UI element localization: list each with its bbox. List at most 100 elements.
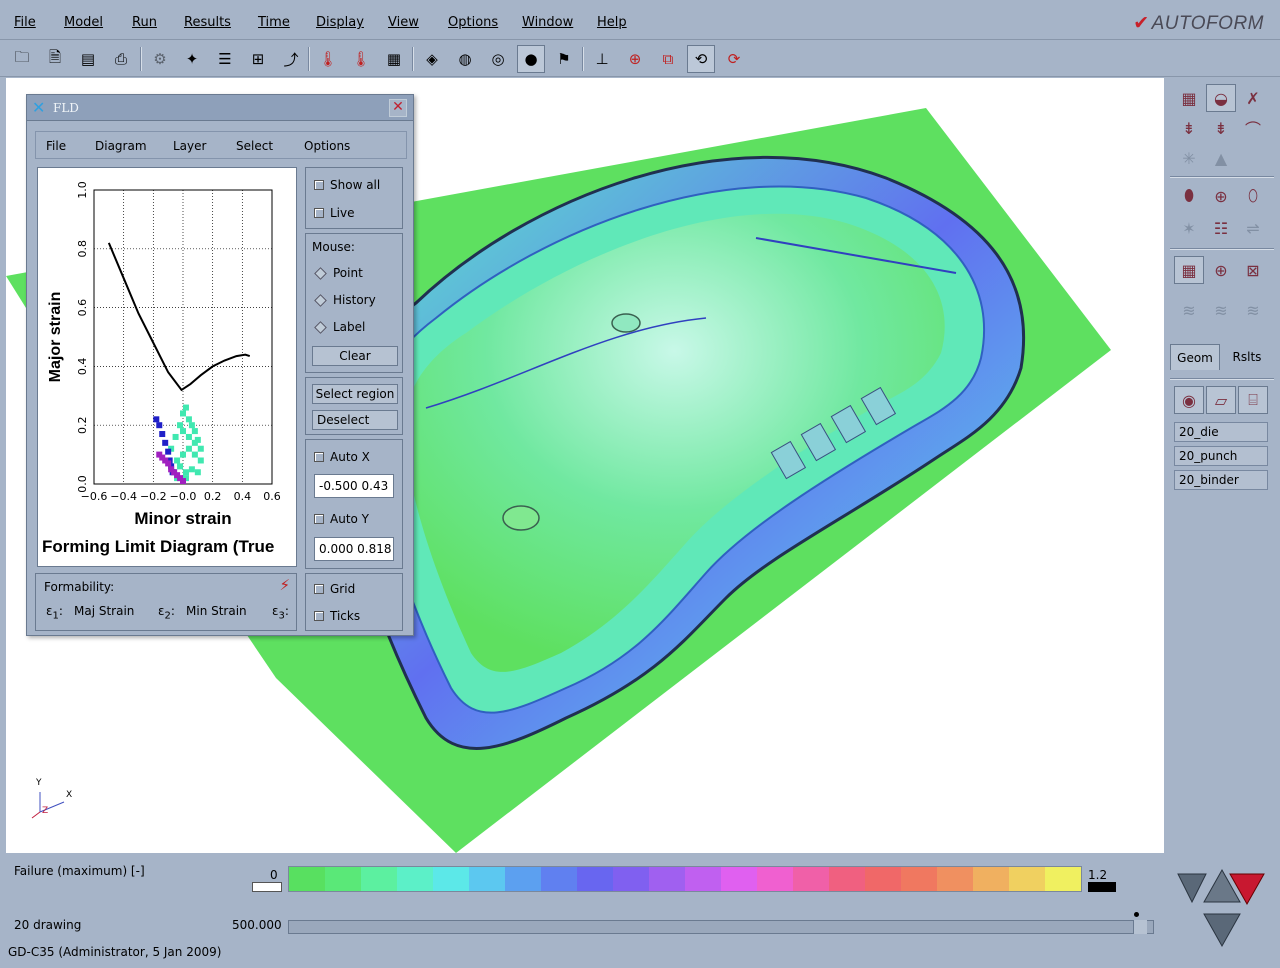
menu-help[interactable]: Help — [597, 15, 627, 30]
brand-name: AUTOFORM — [1151, 13, 1264, 34]
autoform-logo: ✔ AUTOFORM — [1133, 12, 1264, 35]
time-slider[interactable] — [288, 912, 1154, 934]
embossed-circle — [502, 505, 540, 531]
result-label: Failure (maximum) [-] — [14, 864, 145, 878]
close-icon[interactable]: ✕ — [389, 99, 407, 117]
stress-icon[interactable]: ▦ — [380, 45, 408, 73]
binder-icon[interactable]: ☷ — [1206, 214, 1236, 242]
fld-dialog: ✕ FLD ✕ File Diagram Layer Select Option… — [26, 94, 414, 636]
tilt-icon[interactable]: ⟳ — [720, 45, 748, 73]
auto-x-checkbox[interactable]: Auto X — [314, 450, 370, 464]
ellipse-cross-icon[interactable]: ⊕ — [1206, 182, 1236, 210]
globe-wire-icon[interactable]: ◎ — [484, 45, 512, 73]
history-radio[interactable]: History — [314, 293, 376, 307]
time-slider-handle[interactable] — [1133, 920, 1147, 934]
tool-disabled-1-icon: ✳ — [1182, 148, 1196, 168]
tab-geom[interactable]: Geom — [1170, 344, 1220, 370]
mesh-view-icon[interactable]: ▦ — [1174, 84, 1204, 112]
mesh-cross-icon[interactable]: ⊠ — [1238, 256, 1268, 284]
show-all-checkbox[interactable]: Show all — [314, 178, 380, 192]
axis-icon[interactable]: ⊥ — [588, 45, 616, 73]
x-range-input[interactable]: -0.500 0.43 — [314, 474, 394, 498]
fld-menu-select[interactable]: Select — [236, 139, 273, 153]
auto-y-checkbox[interactable]: Auto Y — [314, 512, 369, 526]
menu-file[interactable]: File — [14, 15, 36, 30]
surface-icon[interactable]: ⌒ — [1238, 114, 1268, 142]
clear-button[interactable]: Clear — [312, 346, 398, 366]
open-file-icon[interactable]: 🗀 — [8, 45, 36, 73]
menu-display[interactable]: Display — [316, 15, 364, 30]
tool-red-icon[interactable]: ✦ — [178, 45, 206, 73]
color-swatch — [325, 867, 361, 891]
label-radio[interactable]: Label — [314, 320, 365, 334]
tool-stack-icon[interactable]: ☰ — [211, 45, 239, 73]
fld-menu-diagram[interactable]: Diagram — [95, 139, 147, 153]
sheet-object-icon[interactable]: ▱ — [1206, 386, 1236, 414]
menu-run[interactable]: Run — [132, 15, 157, 30]
menu-options[interactable]: Options — [448, 15, 498, 30]
split-h-icon[interactable]: ⇟ — [1174, 114, 1204, 142]
step-back-icon[interactable] — [1177, 873, 1207, 904]
fld-menu-file[interactable]: File — [46, 139, 66, 153]
color-swatch — [1009, 867, 1045, 891]
thermometer-icon[interactable]: 🌡 — [314, 45, 342, 73]
strain-point — [191, 439, 198, 446]
e3-symbol: ε3: — [272, 604, 289, 622]
multi-window-icon[interactable]: ⧉ — [654, 45, 682, 73]
save-as-icon[interactable]: ▤ — [74, 45, 102, 73]
object-20-die[interactable]: 20_die — [1174, 422, 1268, 442]
split-h2-icon[interactable]: ⇟ — [1206, 114, 1236, 142]
select-region-button[interactable]: Select region — [312, 384, 398, 404]
menu-model[interactable]: Model — [64, 15, 103, 30]
rotate-icon[interactable]: ⟲ — [687, 45, 715, 73]
grid-target-icon[interactable]: ⊕ — [621, 45, 649, 73]
toolbar-separator — [412, 47, 414, 71]
color-swatch — [577, 867, 613, 891]
right-panel: ▦ ◒ ✗ ⇟ ⇟ ⌒ ✳ ▲ ⬮ ⊕ ⬯ ✶ ☷ ⇌ ▦ ⊕ ⊠ ≋ ≋ ≋ … — [1168, 78, 1276, 853]
tool-disabled-icon[interactable]: ⚙ — [146, 45, 174, 73]
grid-checkbox[interactable]: Grid — [314, 582, 355, 596]
mesh-frame-icon[interactable]: ▦ — [1174, 256, 1204, 284]
ellipse-dot-icon[interactable]: ⬯ — [1238, 182, 1268, 210]
save-file-icon[interactable]: 🗎 — [41, 45, 69, 73]
strain-point — [194, 469, 201, 476]
deselect-button[interactable]: Deselect — [312, 410, 398, 430]
punch-view-icon[interactable]: ✗ — [1238, 84, 1268, 112]
print-icon[interactable]: ⎙ — [107, 45, 135, 73]
tab-rslts[interactable]: Rslts — [1222, 344, 1272, 370]
formability-icon[interactable]: ⚡ — [279, 576, 290, 594]
cylinder-object-icon[interactable]: ⌸ — [1238, 386, 1268, 414]
die-object-icon[interactable]: ◉ — [1174, 386, 1204, 414]
thermometer-2-icon[interactable]: 🌡 — [347, 45, 375, 73]
strain-point — [188, 466, 195, 473]
object-20-punch[interactable]: 20_punch — [1174, 446, 1268, 466]
ellipse-pair-icon[interactable]: ⬮ — [1174, 182, 1204, 210]
menu-view[interactable]: View — [388, 15, 419, 30]
fld-menu-layer[interactable]: Layer — [173, 139, 206, 153]
curve-icon[interactable]: ⤴ — [277, 45, 305, 73]
y-range-input[interactable]: 0.000 0.818 — [314, 537, 394, 561]
menu-time[interactable]: Time — [258, 15, 290, 30]
step-down-icon[interactable] — [1203, 913, 1241, 948]
globe-mesh-icon[interactable]: ◍ — [451, 45, 479, 73]
fld-plot[interactable]: −0.6 −0.4 −0.2 −0.0 0.2 0.4 0.6 0.0 0.2 0.4 0.6 0.8… — [37, 167, 297, 567]
menu-window[interactable]: Window — [522, 15, 573, 30]
fld-menu-options[interactable]: Options — [304, 139, 350, 153]
x-tick-label: −0.4 — [110, 490, 137, 503]
x-tick-label: 0.2 — [204, 490, 222, 503]
object-20-binder[interactable]: 20_binder — [1174, 470, 1268, 490]
ticks-checkbox[interactable]: Ticks — [314, 609, 360, 623]
sphere-cross-icon[interactable]: ⊕ — [1206, 256, 1236, 284]
die-view-icon[interactable]: ◒ — [1206, 84, 1236, 112]
forming-limit-curve — [107, 242, 251, 392]
menu-results[interactable]: Results — [184, 15, 231, 30]
live-checkbox[interactable]: Live — [314, 206, 355, 220]
point-radio[interactable]: Point — [314, 266, 363, 280]
flag-icon[interactable]: ⚑ — [550, 45, 578, 73]
color-swatch — [829, 867, 865, 891]
mouse-group: Mouse: Point History Label Clear — [305, 233, 403, 373]
sphere-icon[interactable]: ● — [517, 45, 545, 73]
fld-titlebar[interactable]: ✕ FLD ✕ — [27, 95, 413, 121]
section-icon[interactable]: ◈ — [418, 45, 446, 73]
tool-press-icon[interactable]: ⊞ — [244, 45, 272, 73]
